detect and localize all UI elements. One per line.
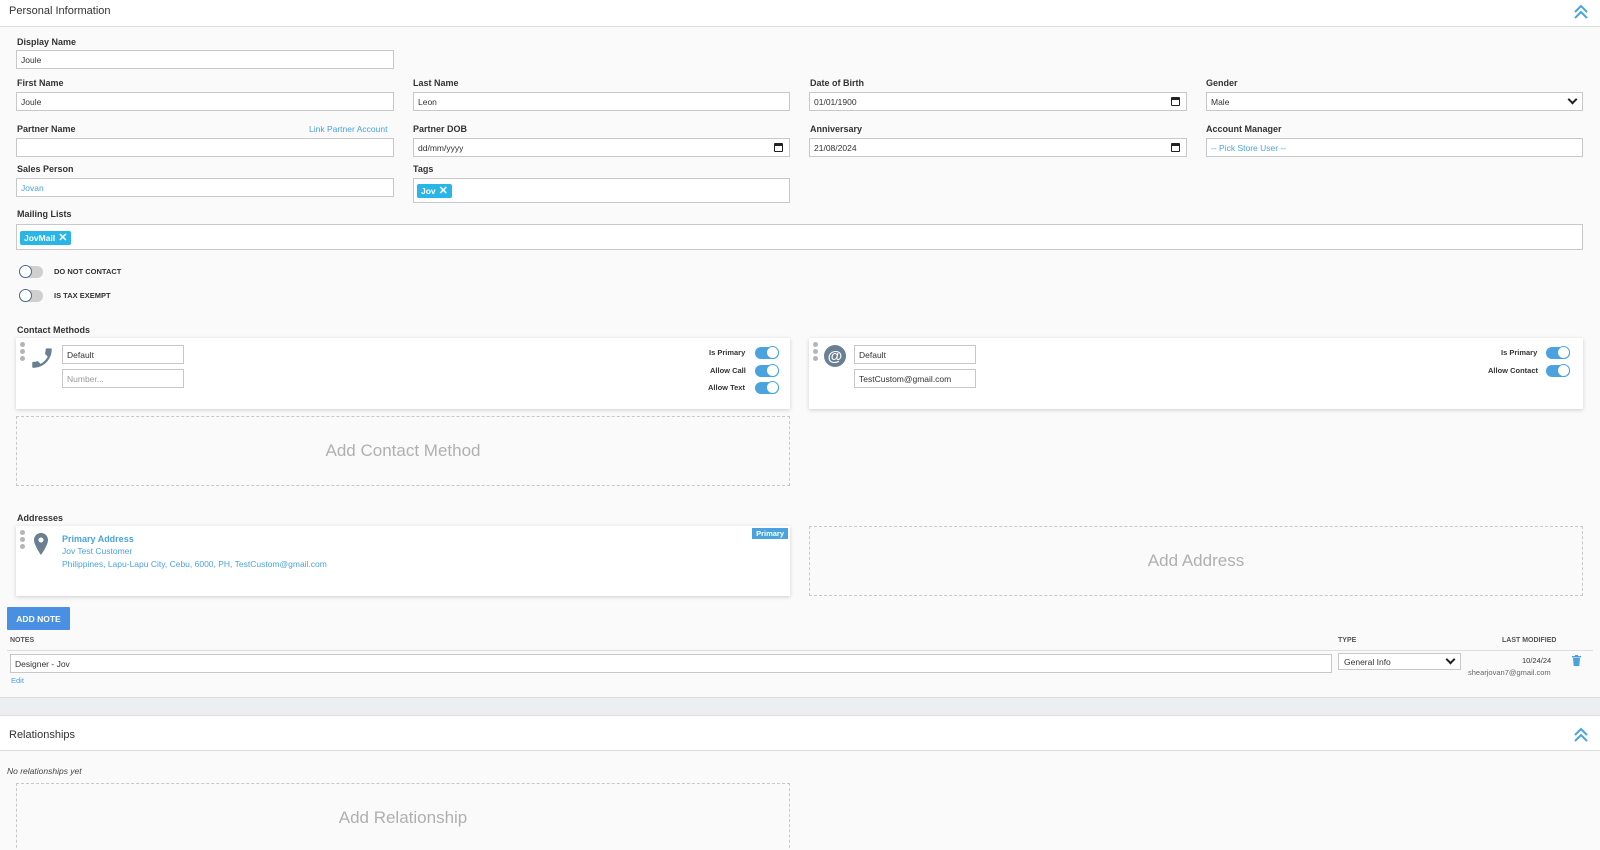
trash-icon[interactable] xyxy=(1572,655,1581,666)
gender-select[interactable]: Male xyxy=(1206,92,1583,111)
add-address-button[interactable]: Add Address xyxy=(809,526,1583,596)
note-type-select[interactable]: General Info xyxy=(1338,653,1461,670)
first-name-input[interactable]: Joule xyxy=(16,92,394,111)
tag-chip-label: Jov xyxy=(421,186,436,196)
phone-contact-card: Default Number... Is Primary Allow Call … xyxy=(16,338,790,409)
email-is-primary-label: Is Primary xyxy=(1501,348,1538,357)
add-relationship-button[interactable]: Add Relationship xyxy=(16,783,790,850)
add-contact-method-button[interactable]: Add Contact Method xyxy=(16,416,790,486)
calendar-icon[interactable] xyxy=(774,143,783,152)
remove-mailing-list-icon[interactable]: ✕ xyxy=(58,232,67,244)
first-name-label: First Name xyxy=(17,78,64,88)
collapse-icon[interactable] xyxy=(1572,725,1590,745)
mailing-lists-input[interactable] xyxy=(16,224,1583,250)
partner-dob-value: dd/mm/yyyy xyxy=(418,143,464,153)
display-name-label: Display Name xyxy=(17,37,77,47)
partner-dob-input[interactable]: dd/mm/yyyy xyxy=(413,138,790,157)
note-edit-link[interactable]: Edit xyxy=(11,676,24,685)
gender-label: Gender xyxy=(1206,78,1238,88)
dob-label: Date of Birth xyxy=(810,78,864,88)
address-card: Primary Address Jov Test Customer Philip… xyxy=(16,526,790,596)
allow-contact-label: Allow Contact xyxy=(1488,366,1538,375)
tax-exempt-toggle[interactable] xyxy=(19,289,43,302)
gender-value: Male xyxy=(1211,97,1230,107)
do-not-contact-toggle[interactable] xyxy=(19,265,43,278)
notes-header-divider xyxy=(7,650,1593,651)
allow-text-label: Allow Text xyxy=(708,383,745,392)
partner-name-label: Partner Name xyxy=(17,124,76,134)
add-note-button[interactable]: ADD NOTE xyxy=(7,607,70,630)
dob-value: 01/01/1900 xyxy=(814,97,857,107)
mailing-list-chip: JovMail ✕ xyxy=(20,231,72,245)
calendar-icon[interactable] xyxy=(1171,143,1180,152)
last-name-label: Last Name xyxy=(413,78,459,88)
dob-input[interactable]: 01/01/1900 xyxy=(809,92,1187,111)
tag-chip: Jov ✕ xyxy=(417,184,452,198)
link-partner-account-link[interactable]: Link Partner Account xyxy=(309,124,387,134)
anniversary-input[interactable]: 21/08/2024 xyxy=(809,138,1187,157)
phone-type-input[interactable]: Default xyxy=(62,345,184,364)
email-address-input[interactable]: TestCustom@gmail.com xyxy=(854,369,976,388)
tags-input[interactable] xyxy=(413,178,790,203)
contact-methods-label: Contact Methods xyxy=(17,325,90,335)
address-line: Philippines, Lapu-Lapu City, Cebu, 6000,… xyxy=(62,559,327,569)
allow-call-toggle[interactable] xyxy=(755,364,779,377)
partner-dob-label: Partner DOB xyxy=(413,124,468,134)
type-column-header: TYPE xyxy=(1338,637,1357,644)
note-user: shearjovan7@gmail.com xyxy=(1468,668,1551,677)
relationships-title: Relationships xyxy=(9,729,76,741)
note-type-value: General Info xyxy=(1344,657,1391,667)
phone-icon xyxy=(32,348,52,368)
partner-name-input[interactable] xyxy=(16,138,394,157)
notes-column-header: NOTES xyxy=(10,637,35,644)
phone-is-primary-toggle[interactable] xyxy=(755,346,779,359)
allow-text-toggle[interactable] xyxy=(755,381,779,394)
do-not-contact-label: DO NOT CONTACT xyxy=(54,267,122,276)
chevron-down-icon xyxy=(1567,94,1578,105)
allow-call-label: Allow Call xyxy=(710,366,746,375)
sales-person-label: Sales Person xyxy=(17,164,74,174)
address-name: Jov Test Customer xyxy=(62,546,133,556)
tax-exempt-label: IS TAX EXEMPT xyxy=(54,291,111,300)
personal-info-title: Personal Information xyxy=(9,5,111,17)
email-is-primary-toggle[interactable] xyxy=(1546,346,1570,359)
email-type-input[interactable]: Default xyxy=(854,345,976,364)
allow-contact-toggle[interactable] xyxy=(1546,364,1570,377)
calendar-icon[interactable] xyxy=(1171,97,1180,106)
last-modified-column-header: LAST MODIFIED xyxy=(1502,637,1557,644)
tags-label: Tags xyxy=(413,164,434,174)
relationships-header: Relationships xyxy=(0,715,1600,751)
no-relationships-text: No relationships yet xyxy=(7,766,82,776)
section-separator xyxy=(0,697,1600,715)
account-manager-select[interactable]: -- Pick Store User -- xyxy=(1206,138,1583,157)
personal-info-header: Personal Information xyxy=(0,0,1600,27)
mailing-lists-label: Mailing Lists xyxy=(17,209,72,219)
last-name-input[interactable]: Leon xyxy=(413,92,790,111)
at-icon: @ xyxy=(824,345,846,367)
display-name-input[interactable]: Joule xyxy=(16,50,394,69)
drag-handle-icon[interactable] xyxy=(813,342,819,362)
note-date: 10/24/24 xyxy=(1522,656,1552,665)
anniversary-value: 21/08/2024 xyxy=(814,143,857,153)
primary-badge: Primary xyxy=(752,528,788,539)
mailing-list-chip-label: JovMail xyxy=(24,233,56,243)
drag-handle-icon[interactable] xyxy=(20,342,26,362)
primary-address-title[interactable]: Primary Address xyxy=(62,534,134,544)
sales-person-select[interactable]: Jovan xyxy=(16,178,394,197)
account-manager-label: Account Manager xyxy=(1206,124,1282,134)
anniversary-label: Anniversary xyxy=(810,124,863,134)
remove-tag-icon[interactable]: ✕ xyxy=(439,185,448,197)
addresses-label: Addresses xyxy=(17,513,64,523)
drag-handle-icon[interactable] xyxy=(20,530,26,550)
chevron-down-icon xyxy=(1445,654,1456,665)
phone-number-input[interactable]: Number... xyxy=(62,369,184,388)
note-text-input[interactable]: Designer - Jov xyxy=(10,654,1332,673)
collapse-icon[interactable] xyxy=(1572,2,1590,22)
phone-is-primary-label: Is Primary xyxy=(709,348,746,357)
map-pin-icon xyxy=(34,533,48,555)
email-contact-card: @ Default TestCustom@gmail.com Is Primar… xyxy=(809,338,1583,409)
